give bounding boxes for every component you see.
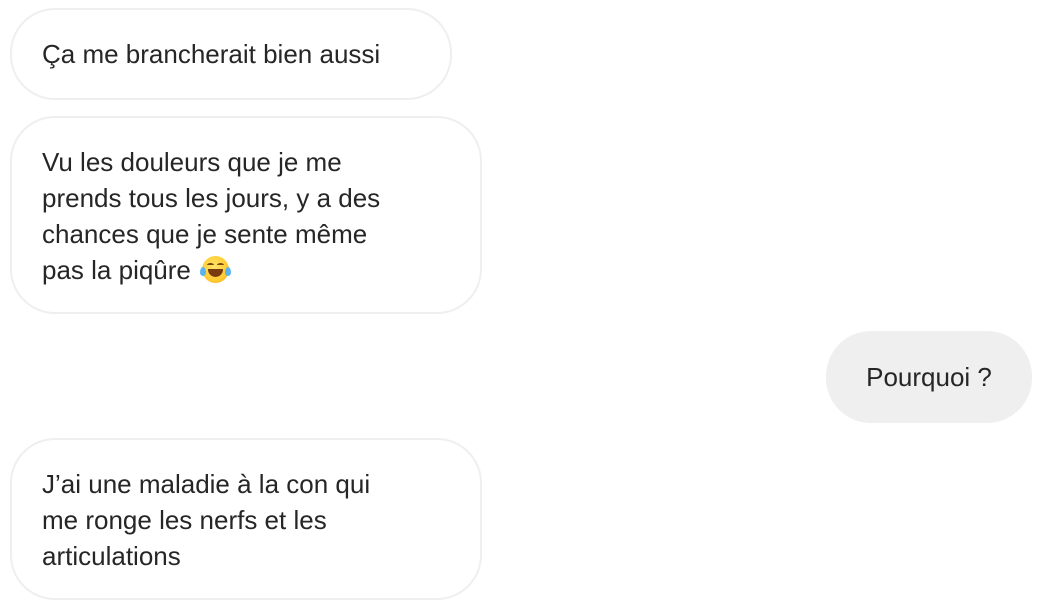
message-bubble-received[interactable]: J’ai une maladie à la con qui me ronge l… xyxy=(10,438,482,600)
message-bubble-sent[interactable]: Pourquoi ? xyxy=(826,331,1032,423)
message-text: pas la piqûre xyxy=(42,255,191,285)
message-text: Pourquoi ? xyxy=(866,362,992,392)
message-text-last-line: pas la piqûre xyxy=(42,252,450,288)
message-text: chances que je sente même xyxy=(42,219,368,249)
message-text: prends tous les jours, y a des xyxy=(42,183,381,213)
message-text: Vu les douleurs que je me xyxy=(42,147,342,177)
message-text: me ronge les nerfs et les xyxy=(42,505,327,535)
message-bubble-received[interactable]: Ça me brancherait bien aussi xyxy=(10,8,452,100)
face-with-tears-of-joy-icon xyxy=(200,256,232,283)
message-text: Ça me brancherait bien aussi xyxy=(42,39,381,69)
message-text: J’ai une maladie à la con qui xyxy=(42,469,371,499)
message-bubble-received[interactable]: Vu les douleurs que je me prends tous le… xyxy=(10,116,482,314)
message-text: articulations xyxy=(42,541,181,571)
